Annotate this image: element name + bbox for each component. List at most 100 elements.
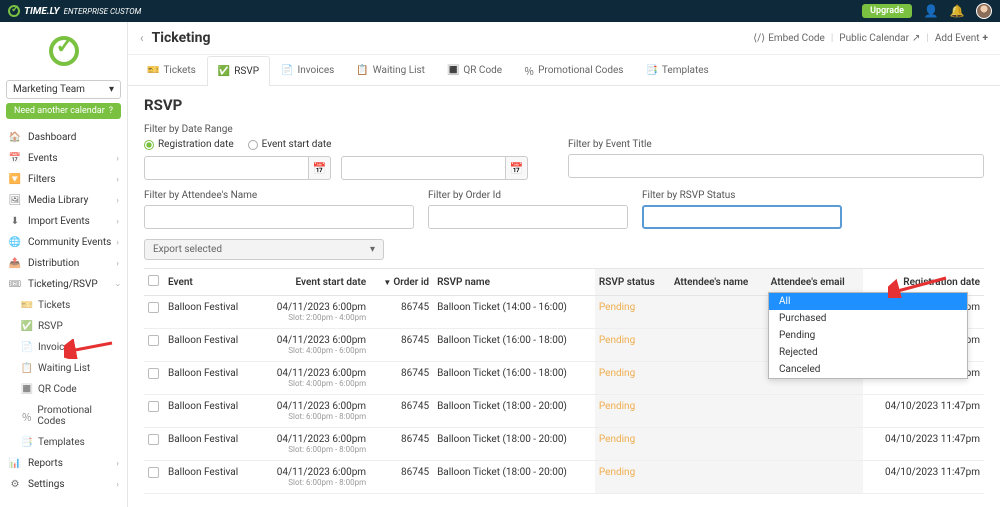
cell-rsvp: Balloon Ticket (18:00 - 20:00) [433,461,595,494]
need-calendar-button[interactable]: Need another calendar ? [6,103,121,119]
cell-event: Balloon Festival [164,461,256,494]
tab-qr-code[interactable]: 🔳QR Code [436,55,513,85]
team-select[interactable]: Marketing Team ▾ [6,80,121,99]
tab-icon: 📋 [356,65,368,76]
export-select[interactable]: Export selected ▾ [144,239,384,260]
section-title: RSVP [144,96,984,114]
team-label: Marketing Team [13,84,85,95]
tab-waiting-list[interactable]: 📋Waiting List [345,55,436,85]
chevron-down-icon: ▾ [370,244,375,255]
topbar: TIME.LY ENTERPRISE CUSTOM Upgrade 👤 🔔 [0,0,1000,22]
tab-invoices[interactable]: 📄Invoices [270,55,345,85]
page-header: ‹ Ticketing ⟨/⟩ Embed Code | Public Cale… [128,22,1000,55]
public-calendar-link[interactable]: Public Calendar ↗ [839,33,920,44]
nav-media-library[interactable]: 🖼Media Library› [0,190,127,211]
tab-templates[interactable]: 📑Templates [634,55,719,85]
attendee-input[interactable] [144,205,414,229]
nav-sub-waiting-list[interactable]: 📋Waiting List [0,358,127,379]
cell-date: 04/11/2023 6:00pmSlot: 6:00pm - 8:00pm [256,395,370,428]
cell-attendee [670,362,767,395]
select-all-checkbox[interactable] [148,275,159,286]
cell-reg: 04/10/2023 11:47pm [863,461,984,494]
cell-rsvp: Balloon Ticket (14:00 - 16:00) [433,296,595,329]
col-event[interactable]: Event [164,269,256,296]
registration-date-radio[interactable]: Registration date [144,139,234,150]
col-rsvp-status[interactable]: RSVP status [595,269,670,296]
logo-icon [8,5,20,17]
nav-sub-promotional-codes[interactable]: ％Promotional Codes [0,400,127,432]
status-dropdown[interactable]: AllPurchasedPendingRejectedCanceled [768,292,968,379]
tab-rsvp[interactable]: ✅RSVP [207,56,270,86]
col-checkbox[interactable] [144,269,164,296]
nav-reports[interactable]: 📊Reports› [0,453,127,474]
nav-icon: 🔽 [8,174,22,185]
tab-tickets[interactable]: 🎫Tickets [136,55,207,85]
tab-promotional-codes[interactable]: ％Promotional Codes [513,55,634,85]
nav-icon: 🎫 [20,300,34,311]
sidebar: Marketing Team ▾ Need another calendar ?… [0,22,128,507]
cell-attendee [670,395,767,428]
avatar[interactable] [976,3,992,19]
nav-filters[interactable]: 🔽Filters› [0,169,127,190]
status-option-rejected[interactable]: Rejected [769,344,967,361]
row-checkbox[interactable] [148,302,159,313]
nav-sub-rsvp[interactable]: ✅RSVP [0,316,127,337]
row-checkbox[interactable] [148,467,159,478]
table-row: Balloon Festival04/11/2023 6:00pmSlot: 6… [144,395,984,428]
col-order-id[interactable]: ▼Order id [370,269,433,296]
cell-email [767,395,863,428]
nav-sub-qr-code[interactable]: 🔳QR Code [0,379,127,400]
nav-sub-templates[interactable]: 📑Templates [0,432,127,453]
filter-event-title-label: Filter by Event Title [568,139,984,150]
bell-icon[interactable]: 🔔 [950,4,964,18]
nav-icon: 📤 [8,258,22,269]
date-to-input[interactable] [341,156,506,180]
date-to-picker[interactable]: 📅 [506,156,528,180]
brand: TIME.LY ENTERPRISE CUSTOM [8,5,141,17]
date-from-picker[interactable]: 📅 [309,156,331,180]
chevron-icon: › [116,217,119,227]
embed-code-link[interactable]: ⟨/⟩ Embed Code [753,33,825,44]
add-event-button[interactable]: Add Event + [935,33,988,44]
nav: 🏠Dashboard📅Events›🔽Filters›🖼Media Librar… [0,127,127,495]
table-row: Balloon Festival04/11/2023 6:00pmSlot: 6… [144,428,984,461]
row-checkbox[interactable] [148,368,159,379]
content: RSVP Filter by Date Range Registration d… [128,86,1000,507]
status-option-canceled[interactable]: Canceled [769,361,967,378]
col-rsvp-name[interactable]: RSVP name [433,269,595,296]
back-chevron-icon[interactable]: ‹ [140,31,144,45]
nav-sub-tickets[interactable]: 🎫Tickets [0,295,127,316]
event-start-date-radio[interactable]: Event start date [248,139,332,150]
nav-community-events[interactable]: 🌐Community Events› [0,232,127,253]
nav-import-events[interactable]: ⬇Import Events› [0,211,127,232]
nav-distribution[interactable]: 📤Distribution› [0,253,127,274]
upgrade-button[interactable]: Upgrade [862,4,912,18]
filter-date-range-label: Filter by Date Range [144,124,984,135]
row-checkbox[interactable] [148,434,159,445]
nav-icon: 🔳 [20,384,34,395]
tabs: 🎫Tickets✅RSVP📄Invoices📋Waiting List🔳QR C… [128,55,1000,86]
col-event-start-date[interactable]: Event start date [256,269,370,296]
cell-reg: 04/10/2023 11:47pm [863,428,984,461]
status-option-purchased[interactable]: Purchased [769,310,967,327]
user-icon[interactable]: 👤 [924,4,938,18]
row-checkbox[interactable] [148,335,159,346]
status-select[interactable] [642,205,842,229]
status-option-pending[interactable]: Pending [769,327,967,344]
nav-events[interactable]: 📅Events› [0,148,127,169]
tab-icon: ✅ [218,66,230,77]
main: ‹ Ticketing ⟨/⟩ Embed Code | Public Cale… [128,22,1000,507]
nav-dashboard[interactable]: 🏠Dashboard [0,127,127,148]
nav-settings[interactable]: ⚙Settings› [0,474,127,495]
order-id-input[interactable] [428,205,628,229]
col-attendee-s-name[interactable]: Attendee's name [670,269,767,296]
need-calendar-label: Need another calendar [14,106,105,116]
cell-attendee [670,461,767,494]
row-checkbox[interactable] [148,401,159,412]
nav-ticketing-rsvp[interactable]: 🎟Ticketing/RSVP› [0,274,127,295]
date-from-input[interactable] [144,156,309,180]
chevron-icon: › [116,459,119,469]
filter-order-label: Filter by Order Id [428,190,628,201]
nav-icon: 🏠 [8,132,22,143]
event-title-input[interactable] [568,154,984,178]
